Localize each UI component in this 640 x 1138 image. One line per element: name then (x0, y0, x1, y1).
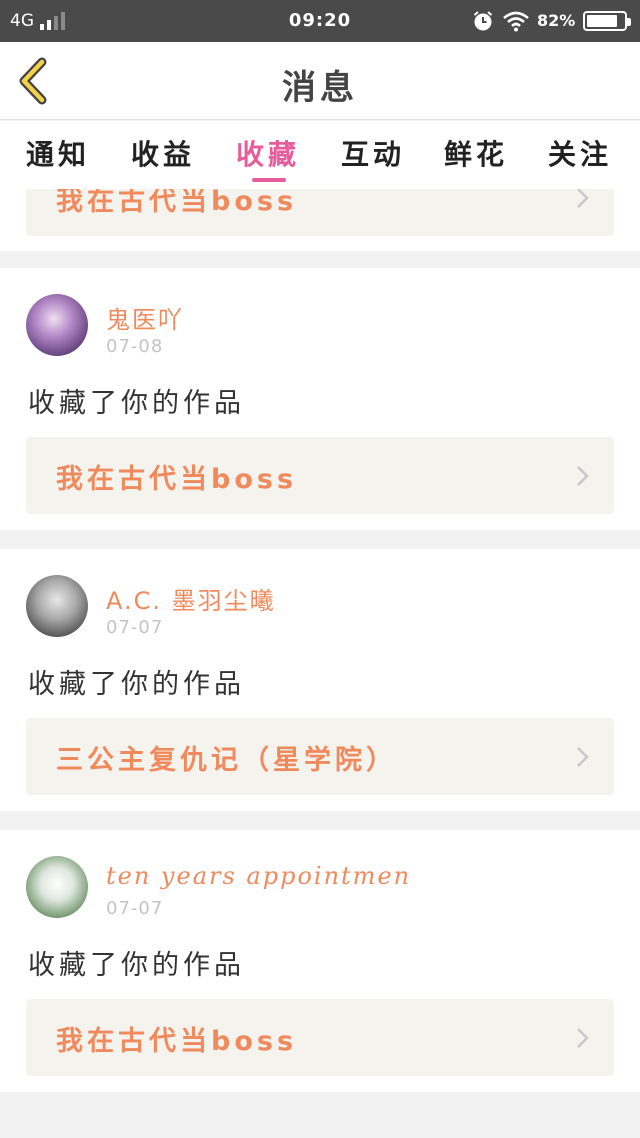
action-text: 收藏了你的作品 (28, 388, 245, 419)
message-date: 07-08 (106, 336, 164, 357)
avatar[interactable] (26, 575, 88, 637)
work-link[interactable]: 三公主复仇记（星学院） (26, 718, 614, 795)
message-date: 07-07 (106, 898, 164, 919)
page-title: 消息 (282, 68, 358, 108)
action-text: 收藏了你的作品 (28, 950, 245, 981)
work-title: 我在古代当boss (56, 189, 298, 217)
tab-earnings[interactable]: 收益 (131, 133, 195, 173)
username[interactable]: 鬼医吖 (106, 300, 184, 335)
alarm-icon (473, 11, 493, 31)
wifi-icon (503, 11, 529, 32)
username[interactable]: ten years appointmen (106, 862, 411, 890)
list-item: 我在古代当boss (0, 189, 640, 251)
message-date: 07-07 (106, 617, 164, 638)
tab-follows[interactable]: 关注 (548, 133, 612, 173)
tab-bar: 通知 收益 收藏 互动 鲜花 关注 (0, 121, 640, 189)
chevron-right-icon (577, 1028, 589, 1048)
avatar[interactable] (26, 294, 88, 356)
work-link[interactable]: 我在古代当boss (26, 189, 614, 236)
header: 消息 (0, 42, 640, 120)
tab-favorites[interactable]: 收藏 (236, 133, 300, 173)
battery-icon (583, 11, 631, 31)
status-bar: 4G 09:20 82% (0, 0, 640, 42)
chevron-right-icon (577, 466, 589, 486)
username[interactable]: A.C. 墨羽尘曦 (106, 581, 276, 616)
active-tab-indicator (252, 178, 286, 182)
work-link[interactable]: 我在古代当boss (26, 437, 614, 514)
work-title: 三公主复仇记（星学院） (56, 745, 397, 776)
tab-flowers[interactable]: 鲜花 (444, 133, 508, 173)
tab-interactions[interactable]: 互动 (341, 133, 405, 173)
tab-notifications[interactable]: 通知 (26, 133, 90, 173)
work-link[interactable]: 我在古代当boss (26, 999, 614, 1076)
battery-percent: 82% (537, 11, 576, 30)
list-item: A.C. 墨羽尘曦 07-07 收藏了你的作品 三公主复仇记（星学院） (0, 549, 640, 811)
work-title: 我在古代当boss (56, 464, 298, 495)
action-text: 收藏了你的作品 (28, 669, 245, 700)
battery-fill (587, 15, 617, 27)
chevron-right-icon (577, 189, 589, 208)
work-title: 我在古代当boss (56, 1026, 298, 1057)
list-item: ten years appointmen 07-07 收藏了你的作品 我在古代当… (0, 830, 640, 1092)
battery-nub (627, 18, 631, 26)
chevron-right-icon (577, 747, 589, 767)
list-item: 鬼医吖 07-08 收藏了你的作品 我在古代当boss (0, 268, 640, 530)
message-list[interactable]: 我在古代当boss 鬼医吖 07-08 收藏了你的作品 我在古代当boss A.… (0, 189, 640, 1138)
avatar[interactable] (26, 856, 88, 918)
